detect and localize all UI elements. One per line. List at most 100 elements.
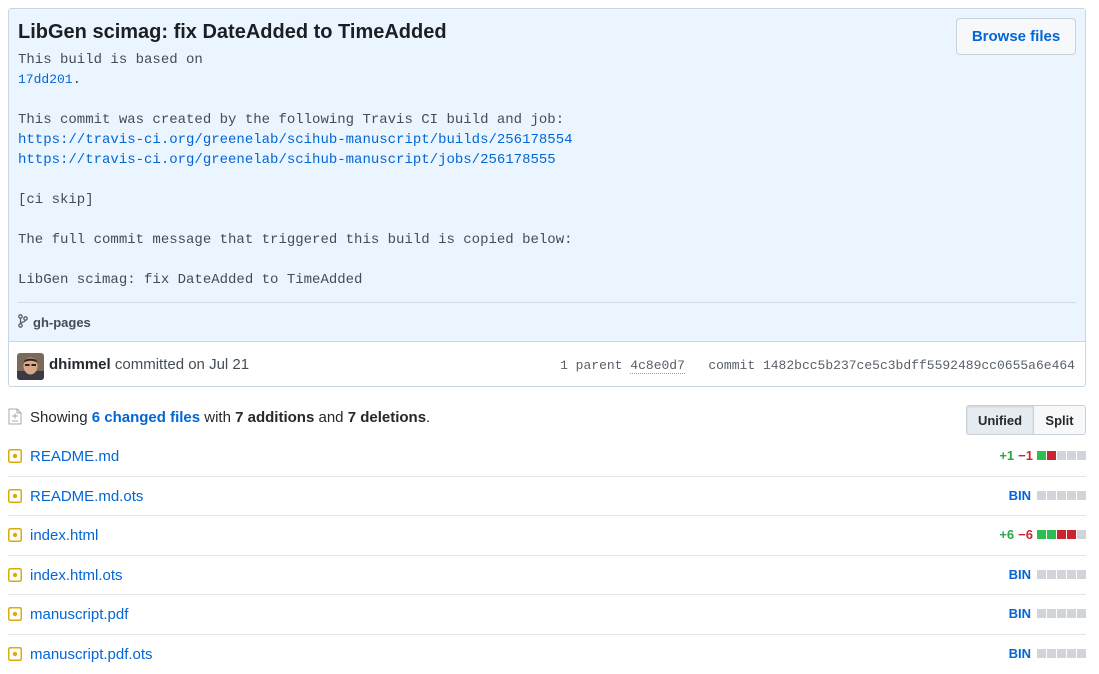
commit-label: commit (708, 358, 755, 373)
commit-description: This build is based on 17dd201. This com… (18, 50, 918, 290)
file-modified-icon (8, 568, 22, 587)
browse-files-button[interactable]: Browse files (956, 18, 1076, 55)
file-modified-icon (8, 528, 22, 547)
additions-label: +1 (999, 448, 1014, 463)
sha-info: 1 parent 4c8e0d7 commit 1482bcc5b237ce5c… (560, 358, 1075, 373)
deletions-count: 7 deletions (348, 409, 426, 426)
file-row[interactable]: manuscript.pdf.ots BIN (8, 635, 1086, 674)
file-name-link[interactable]: manuscript.pdf.ots (30, 646, 153, 663)
diffstat-block (1067, 609, 1076, 618)
binary-label: BIN (1009, 646, 1031, 661)
diffstat-block (1057, 530, 1066, 539)
summary-showing: Showing (30, 409, 88, 426)
diffstat-block (1047, 609, 1056, 618)
diffstat-block (1057, 491, 1066, 500)
parent-label: 1 parent (560, 358, 622, 373)
diffstat-block (1077, 451, 1086, 460)
desc-line: https://travis-ci.org/greenelab/scihub-m… (18, 150, 918, 170)
file-name-link[interactable]: index.html (30, 527, 98, 544)
deletions-label: −1 (1018, 448, 1033, 463)
travis-job-link[interactable]: https://travis-ci.org/greenelab/scihub-m… (18, 152, 556, 168)
file-name-link[interactable]: index.html.ots (30, 567, 123, 584)
diffstat-blocks (1037, 451, 1086, 460)
diffstat-block (1047, 570, 1056, 579)
diff-stats: BIN (1009, 488, 1086, 503)
diffstat-blocks (1037, 491, 1086, 500)
desc-line: 17dd201. (18, 70, 918, 90)
binary-label: BIN (1009, 488, 1031, 503)
parent-sha-link[interactable]: 4c8e0d7 (630, 358, 685, 374)
diffstat-block (1047, 491, 1056, 500)
diff-stats: +6 −6 (999, 527, 1086, 542)
summary-and: and (318, 409, 343, 426)
binary-label: BIN (1009, 606, 1031, 621)
diffstat-blocks (1037, 530, 1086, 539)
diffstat-block (1067, 649, 1076, 658)
diffstat-blocks (1037, 649, 1086, 658)
split-view-button[interactable]: Split (1034, 406, 1085, 434)
diffstat-blocks (1037, 609, 1086, 618)
summary-with: with (204, 409, 231, 426)
deletions-label: −6 (1018, 527, 1033, 542)
diffstat-block (1067, 530, 1076, 539)
file-row[interactable]: index.html +6 −6 (8, 516, 1086, 556)
additions-label: +6 (999, 527, 1014, 542)
diff-stats: BIN (1009, 606, 1086, 621)
file-row[interactable]: README.md +1 −1 (8, 437, 1086, 477)
file-name-link[interactable]: manuscript.pdf (30, 606, 128, 623)
travis-build-link[interactable]: https://travis-ci.org/greenelab/scihub-m… (18, 132, 573, 148)
summary-period: . (426, 409, 430, 426)
diffstat-block (1067, 491, 1076, 500)
diffstat-block (1057, 451, 1066, 460)
desc-line: This commit was created by the following… (18, 110, 918, 130)
commit-title: LibGen scimag: fix DateAdded to TimeAdde… (18, 20, 447, 44)
file-row[interactable]: manuscript.pdf BIN (8, 595, 1086, 635)
desc-line: https://travis-ci.org/greenelab/scihub-m… (18, 130, 918, 150)
desc-line: [ci skip] (18, 190, 918, 210)
author-name[interactable]: dhimmel (49, 356, 111, 373)
desc-line: The full commit message that triggered t… (18, 230, 918, 250)
diffstat-block (1037, 570, 1046, 579)
diffstat-block (1037, 649, 1046, 658)
summary-text: Showing 6 changed files with 7 additions… (30, 409, 430, 426)
avatar[interactable] (17, 353, 44, 380)
diffstat-block (1037, 530, 1046, 539)
base-commit-link[interactable]: 17dd201 (18, 72, 73, 87)
unified-view-button[interactable]: Unified (967, 406, 1034, 434)
diff-stats: +1 −1 (999, 448, 1086, 463)
file-row[interactable]: index.html.ots BIN (8, 556, 1086, 596)
diffstat-block (1077, 649, 1086, 658)
branch-info: gh-pages (18, 314, 91, 331)
desc-text: . (73, 72, 81, 88)
diffstat-block (1077, 570, 1086, 579)
commit-sha: 1482bcc5b237ce5c3bdff5592489cc0655a6e464 (763, 358, 1075, 373)
diffstat-block (1057, 649, 1066, 658)
changed-files-link[interactable]: 6 changed files (92, 409, 200, 426)
file-diff-icon (8, 408, 22, 430)
diffstat-block (1047, 649, 1056, 658)
diffstat-block (1077, 609, 1086, 618)
additions-count: 7 additions (235, 409, 314, 426)
diffstat-block (1067, 451, 1076, 460)
commit-meta: dhimmel committed on Jul 21 1 parent 4c8… (9, 343, 1085, 387)
diffstat-block (1077, 491, 1086, 500)
committed-date: committed on Jul 21 (115, 356, 249, 373)
diffstat-block (1057, 570, 1066, 579)
file-name-link[interactable]: README.md (30, 448, 119, 465)
desc-line: LibGen scimag: fix DateAdded to TimeAdde… (18, 270, 918, 290)
diffstat-block (1057, 609, 1066, 618)
divider (18, 302, 1076, 303)
diffstat-block (1047, 451, 1056, 460)
diffstat-block (1037, 491, 1046, 500)
diffstat-block (1067, 570, 1076, 579)
file-row[interactable]: README.md.ots BIN (8, 477, 1086, 517)
diffstat-block (1037, 609, 1046, 618)
binary-label: BIN (1009, 567, 1031, 582)
branch-name[interactable]: gh-pages (33, 315, 91, 330)
file-name-link[interactable]: README.md.ots (30, 488, 143, 505)
commit-header: LibGen scimag: fix DateAdded to TimeAdde… (9, 9, 1085, 342)
file-modified-icon (8, 647, 22, 666)
file-modified-icon (8, 607, 22, 626)
diff-view-toggle: Unified Split (966, 405, 1086, 435)
file-modified-icon (8, 489, 22, 508)
